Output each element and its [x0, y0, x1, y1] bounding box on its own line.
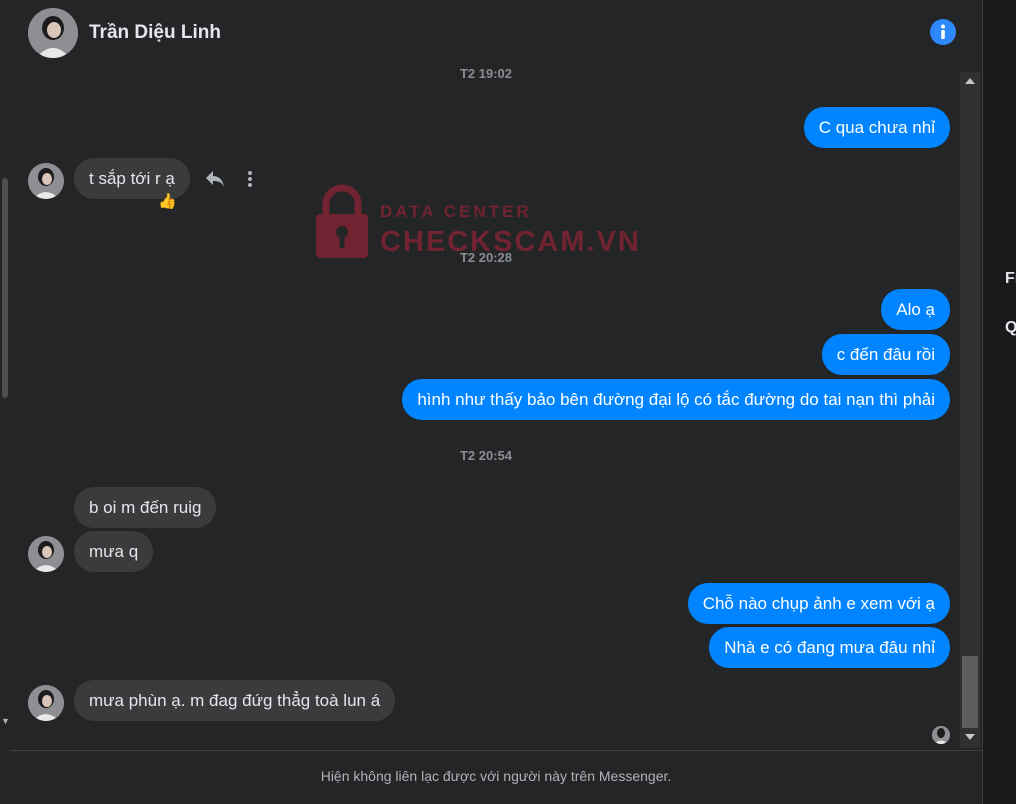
chat-window: Trần Diệu Linh T2 19:02 C qua chưa nhỉ t…: [10, 0, 982, 804]
right-panel-text: Q: [1005, 319, 1016, 337]
avatar[interactable]: [28, 685, 64, 721]
chat-footer: Hiện không liên lạc được với người này t…: [10, 750, 982, 804]
message-incoming[interactable]: mưa phùn ạ. m đag đứg thẳg toà lun á: [74, 680, 396, 721]
left-panel-edge: ▼: [0, 0, 10, 804]
message-list: T2 19:02 C qua chưa nhỉ t sắp tới r ạ 👍 …: [10, 66, 962, 750]
message-outgoing[interactable]: c đến đâu rồi: [821, 334, 950, 375]
left-scrollbar-thumb[interactable]: [2, 178, 8, 398]
message-scrollbar[interactable]: [960, 72, 980, 748]
unavailable-notice: Hiện không liên lạc được với người này t…: [320, 768, 672, 784]
watermark-line-1: DATA CENTER: [380, 202, 532, 221]
message-outgoing[interactable]: C qua chưa nhỉ: [803, 107, 950, 148]
more-vertical-icon[interactable]: [238, 167, 262, 191]
message-incoming[interactable]: mưa q: [74, 531, 154, 572]
avatar[interactable]: [28, 163, 64, 199]
reply-icon[interactable]: [203, 167, 227, 191]
message-outgoing[interactable]: Alo ạ: [881, 289, 950, 330]
watermark-line-2: CHECKSCAM.VN: [380, 226, 641, 258]
watermark: DATA CENTER CHECKSCAM.VN: [312, 182, 652, 262]
right-panel-edge: Fi Q: [982, 0, 1016, 804]
scroll-up-icon[interactable]: [965, 78, 975, 84]
seen-avatar: [932, 726, 950, 744]
timestamp: T2 19:02: [459, 66, 513, 81]
scroll-down-icon[interactable]: [965, 734, 975, 740]
info-icon[interactable]: [930, 19, 956, 45]
reaction-like[interactable]: 👍: [158, 192, 177, 210]
left-scroll-arrow-icon[interactable]: ▼: [1, 716, 10, 726]
scrollbar-thumb[interactable]: [962, 656, 978, 728]
contact-name[interactable]: Trần Diệu Linh: [89, 22, 221, 44]
timestamp: T2 20:54: [459, 448, 513, 463]
avatar[interactable]: [28, 536, 64, 572]
message-outgoing[interactable]: hình như thấy bảo bên đường đại lộ có tắ…: [402, 379, 950, 420]
chat-header: Trần Diệu Linh: [10, 0, 982, 66]
contact-avatar[interactable]: [28, 8, 78, 58]
message-outgoing[interactable]: Nhà e có đang mưa đâu nhỉ: [709, 627, 950, 668]
message-incoming[interactable]: b oi m đến ruig: [74, 487, 217, 528]
message-outgoing[interactable]: Chỗ nào chụp ảnh e xem với ạ: [687, 583, 950, 624]
right-panel-text: Fi: [1005, 270, 1016, 287]
lock-icon: [316, 184, 368, 258]
